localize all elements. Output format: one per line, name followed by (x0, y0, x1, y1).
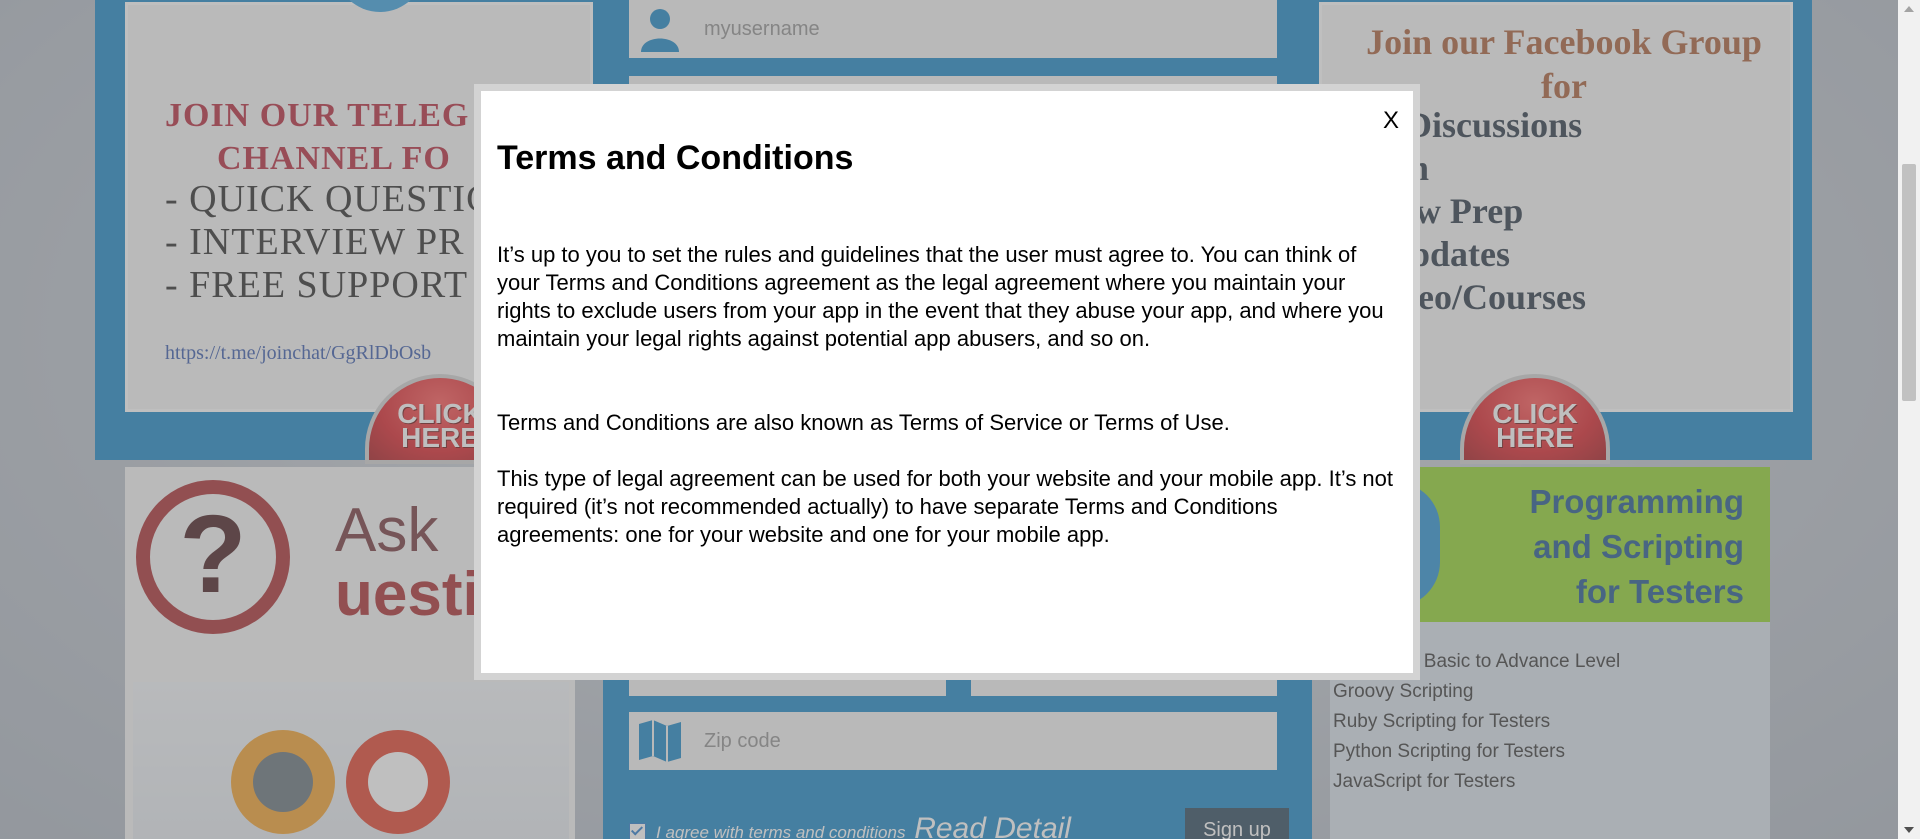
close-button[interactable]: X (1383, 107, 1399, 135)
scrollbar-thumb[interactable] (1902, 164, 1916, 401)
vertical-scrollbar[interactable] (1898, 0, 1920, 839)
scroll-down-arrow-icon[interactable] (1904, 827, 1914, 833)
modal-title: Terms and Conditions (497, 139, 854, 177)
modal-body: It’s up to you to set the rules and guid… (497, 241, 1397, 549)
page: JOIN OUR TELEG CHANNEL FO - QUICK QUESTI… (0, 0, 1898, 839)
scroll-up-arrow-icon[interactable] (1904, 6, 1914, 12)
terms-paragraph-1: It’s up to you to set the rules and guid… (497, 242, 1384, 351)
terms-paragraph-2: Terms and Conditions are also known as T… (497, 410, 1230, 435)
terms-paragraph-3: This type of legal agreement can be used… (497, 466, 1394, 547)
terms-modal: X Terms and Conditions It’s up to you to… (474, 84, 1420, 680)
